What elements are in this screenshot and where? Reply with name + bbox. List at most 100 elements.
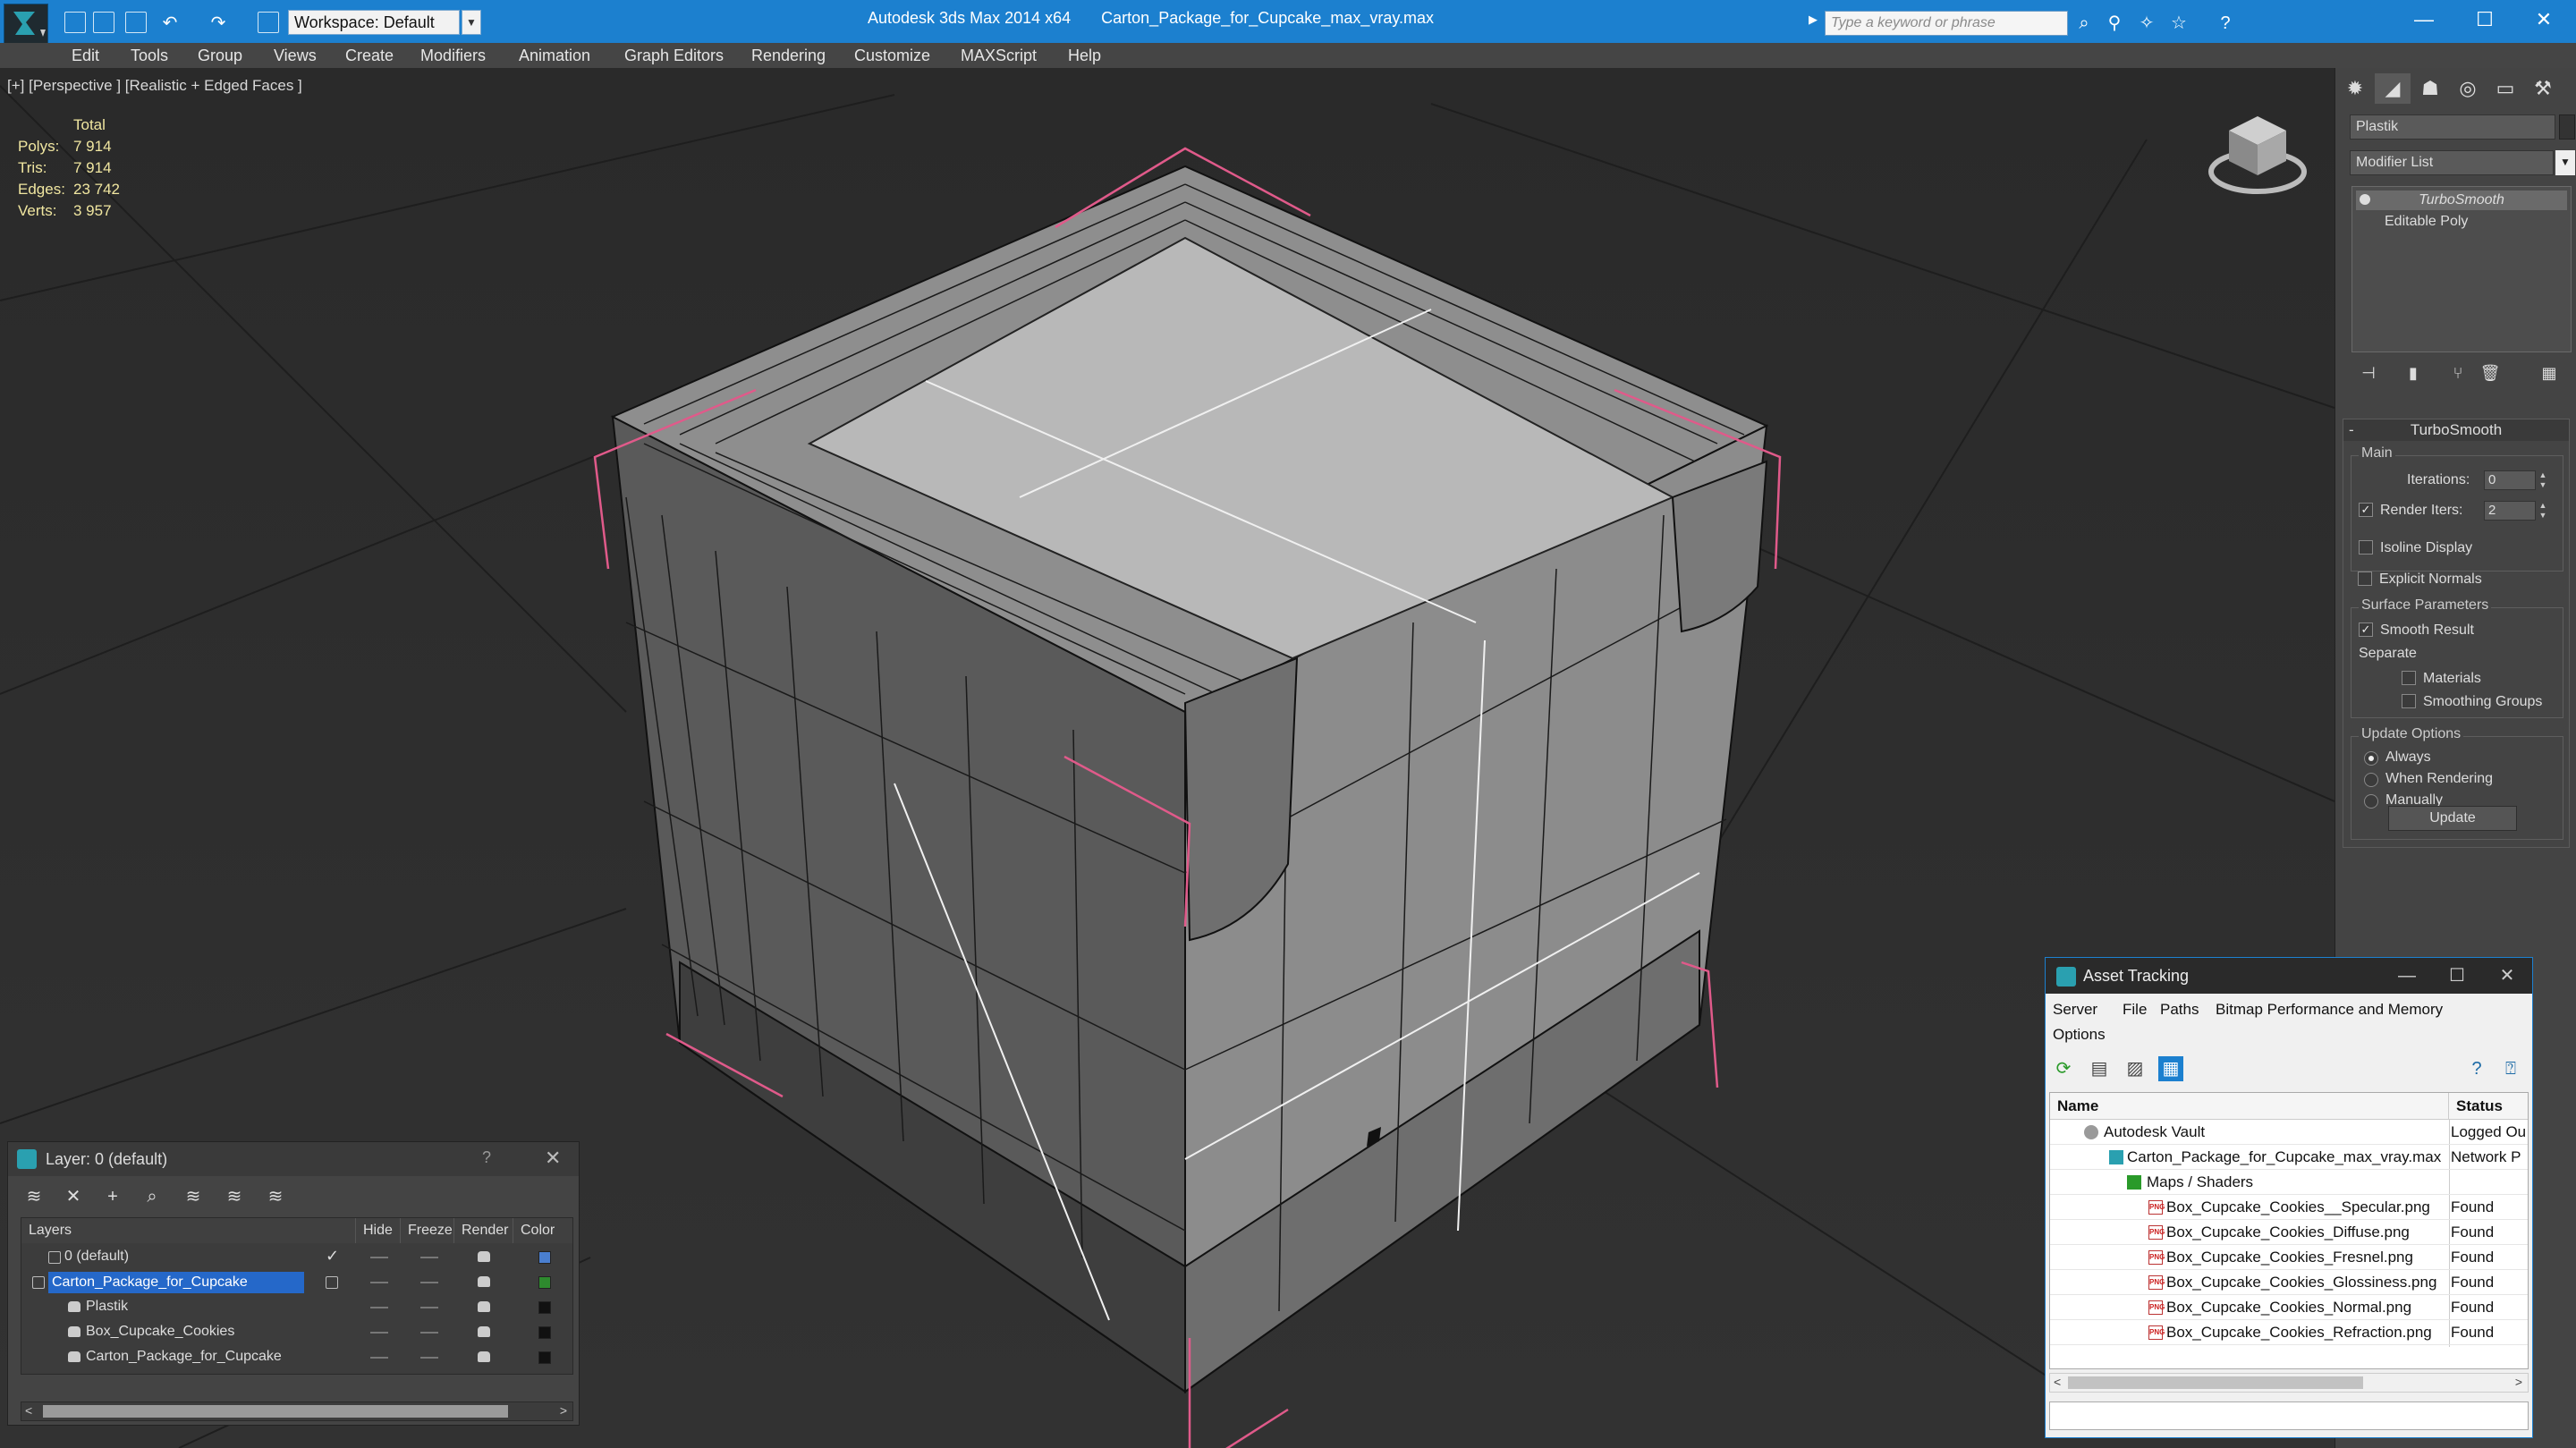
list-view-icon[interactable]: ▤ [2087,1056,2112,1081]
scrollbar-thumb[interactable] [43,1405,508,1418]
freeze-toggle[interactable] [420,1357,438,1359]
menu-animation[interactable]: Animation [519,47,590,65]
freeze-toggle[interactable] [420,1282,438,1283]
layer-color-swatch[interactable] [538,1351,551,1364]
communication-center-icon[interactable]: ✧ [2136,13,2157,34]
hierarchy-tab-icon[interactable]: ☗ [2412,73,2448,104]
maximize-button[interactable]: ☐ [2458,5,2512,34]
column-header-hide[interactable]: Hide [356,1218,401,1243]
table-view-icon[interactable]: ▦ [2158,1056,2183,1081]
manually-radio[interactable] [2364,794,2378,809]
asset-path-field[interactable] [2049,1401,2529,1430]
asset-row[interactable]: PNG Box_Cupcake_Cookies__Specular.png Fo… [2050,1195,2528,1220]
subscription-icon[interactable]: ⚲ [2104,13,2125,34]
workspace-dropdown[interactable]: Workspace: Default [288,10,460,35]
layer-color-swatch[interactable] [538,1251,551,1264]
isoline-display-checkbox[interactable] [2359,540,2373,555]
asset-row[interactable]: PNG Box_Cupcake_Cookies_Refraction.png F… [2050,1320,2528,1345]
layer-select-objects-icon[interactable]: ⌕ [139,1183,165,1210]
scroll-right-icon[interactable]: > [2515,1375,2522,1389]
rollout-collapse-icon[interactable]: - [2349,419,2354,441]
column-header-color[interactable]: Color [513,1218,572,1243]
render-teapot-icon[interactable] [478,1351,490,1362]
layer-row[interactable]: Carton_Package_for_Cupcake [21,1270,572,1295]
column-header-layers[interactable]: Layers [21,1218,356,1243]
update-button[interactable]: Update [2388,806,2517,831]
layer-create-icon[interactable]: ≋ [21,1183,47,1210]
asset-menu-file[interactable]: File [2123,1001,2147,1019]
tree-view-icon[interactable]: ▨ [2123,1056,2148,1081]
asset-menu-bitmap-performance[interactable]: Bitmap Performance and Memory [2216,1001,2443,1019]
iterations-spinner[interactable]: 0 [2484,470,2536,490]
layer-freeze-all-icon[interactable]: ≋ [262,1183,289,1210]
menu-create[interactable]: Create [345,47,394,65]
binoculars-icon[interactable]: ⌕ [2073,13,2095,34]
viewport-label[interactable]: [+] [Perspective ] [Realistic + Edged Fa… [7,77,302,95]
object-color-swatch[interactable] [2559,114,2575,140]
smoothing-groups-checkbox[interactable] [2402,694,2416,708]
explicit-normals-checkbox[interactable] [2358,572,2372,586]
render-teapot-icon[interactable] [478,1251,490,1262]
workspace-dropdown-arrow-icon[interactable]: ▼ [462,10,481,35]
open-file-icon[interactable] [93,12,114,33]
asset-row[interactable]: PNG Box_Cupcake_Cookies_Normal.png Found [2050,1295,2528,1320]
layer-expand-icon[interactable] [32,1276,45,1289]
modifier-list-dropdown[interactable]: Modifier List [2350,150,2554,175]
menu-group[interactable]: Group [198,47,242,65]
menu-edit[interactable]: Edit [72,47,99,65]
asset-row[interactable]: Carton_Package_for_Cupcake_max_vray.max … [2050,1145,2528,1170]
refresh-icon[interactable]: ⟳ [2051,1056,2076,1081]
save-file-icon[interactable] [125,12,147,33]
render-teapot-icon[interactable] [478,1276,490,1287]
asset-row[interactable]: Maps / Shaders [2050,1170,2528,1195]
modify-tab-icon[interactable]: ◢ [2375,73,2411,104]
freeze-toggle[interactable] [420,1307,438,1308]
render-iters-checkbox[interactable]: ✓ [2359,503,2373,517]
render-iters-spinner[interactable]: 2 [2484,501,2536,521]
asset-row[interactable]: PNG Box_Cupcake_Cookies_Fresnel.png Foun… [2050,1245,2528,1270]
scrollbar-thumb[interactable] [2068,1376,2363,1389]
column-header-status[interactable]: Status [2449,1093,2528,1120]
undo-icon[interactable]: ↶ [159,13,181,34]
current-layer-box-icon[interactable] [326,1276,338,1289]
make-unique-icon[interactable]: ⑂ [2445,360,2471,386]
motion-tab-icon[interactable]: ◎ [2450,73,2486,104]
asset-help-icon[interactable]: ? [2464,1056,2489,1081]
search-input[interactable]: Type a keyword or phrase [1825,11,2068,36]
asset-row[interactable]: PNG Box_Cupcake_Cookies_Diffuse.png Foun… [2050,1220,2528,1245]
hide-toggle[interactable] [370,1357,388,1359]
app-menu-button[interactable] [4,4,48,48]
asset-row[interactable]: Autodesk Vault Logged Ou [2050,1120,2528,1145]
scroll-left-icon[interactable]: < [2054,1375,2061,1389]
display-tab-icon[interactable]: ▭ [2487,73,2523,104]
search-expand-icon[interactable]: ▶ [1809,13,1823,34]
current-layer-check-icon[interactable]: ✓ [326,1247,339,1266]
hide-toggle[interactable] [370,1307,388,1308]
modifier-list-arrow-icon[interactable]: ▼ [2555,150,2575,175]
layer-color-swatch[interactable] [538,1301,551,1314]
layer-highlight-icon[interactable]: ≋ [180,1183,207,1210]
layer-help-button[interactable]: ? [482,1148,491,1167]
project-folder-icon[interactable] [258,12,279,33]
layer-delete-icon[interactable]: ✕ [60,1183,87,1210]
asset-menu-server[interactable]: Server [2053,1001,2097,1019]
freeze-toggle[interactable] [420,1332,438,1334]
new-file-icon[interactable] [64,12,86,33]
smooth-result-checkbox[interactable]: ✓ [2359,622,2373,637]
viewcube-icon[interactable] [2206,111,2311,200]
scroll-left-icon[interactable]: < [25,1403,32,1418]
column-header-freeze[interactable]: Freeze [401,1218,454,1243]
help-icon[interactable]: ? [2215,13,2236,34]
minimize-button[interactable]: — [2397,5,2451,34]
asset-context-help-icon[interactable]: ⍰ [2498,1056,2523,1081]
menu-customize[interactable]: Customize [854,47,930,65]
column-header-name[interactable]: Name [2050,1093,2449,1120]
spinner-arrows-icon[interactable]: ▲ ▼ [2538,501,2548,521]
layer-color-swatch[interactable] [538,1276,551,1289]
layer-row[interactable]: Carton_Package_for_Cupcake [21,1345,572,1370]
materials-checkbox[interactable] [2402,671,2416,685]
scroll-right-icon[interactable]: > [560,1403,567,1418]
column-header-render[interactable]: Render [454,1218,513,1243]
asset-menu-options[interactable]: Options [2053,1026,2106,1044]
layer-row[interactable]: 0 (default) ✓ [21,1245,572,1270]
